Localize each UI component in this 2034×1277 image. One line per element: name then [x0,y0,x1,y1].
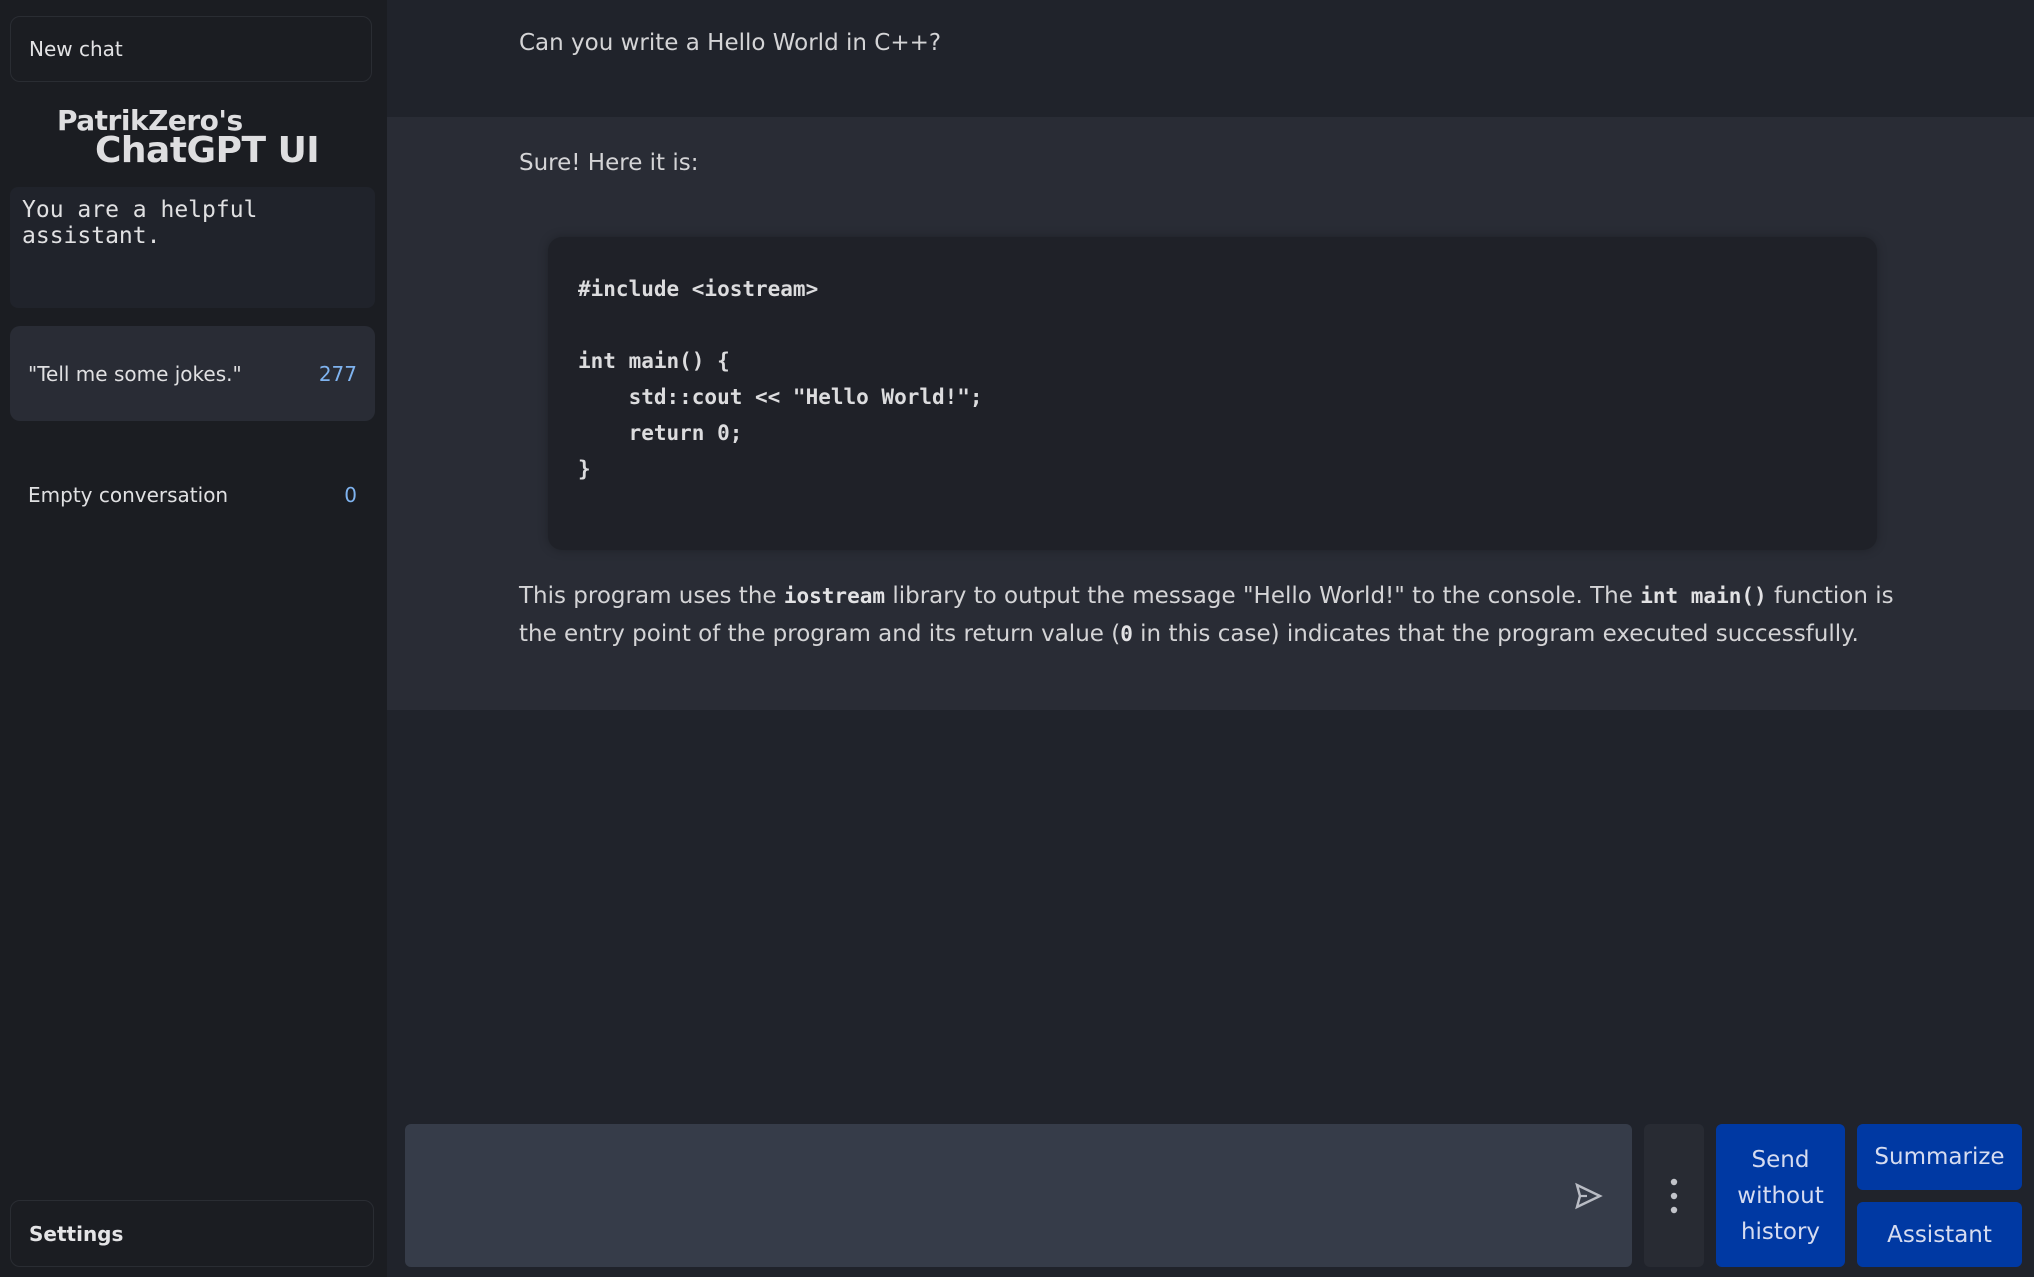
new-chat-button[interactable]: New chat [10,16,372,82]
conversation-item[interactable]: Empty conversation 0 [10,447,375,542]
settings-button[interactable]: Settings [10,1200,374,1267]
message-input[interactable] [405,1124,1632,1267]
app-logo: PatrikZero's ChatGPT UI [0,100,387,180]
conversation-token-count: 277 [318,361,357,386]
summarize-label: Summarize [1874,1144,2005,1170]
inline-code: 0 [1120,622,1133,646]
logo-line-2: ChatGPT UI [95,130,320,171]
user-message-text: Can you write a Hello World in C++? [519,30,942,56]
new-chat-label: New chat [29,37,123,61]
settings-label: Settings [29,1221,124,1246]
inline-code: iostream [783,584,886,608]
text-segment: in this case) indicates that the program… [1132,621,1859,647]
more-options-button[interactable] [1644,1124,1704,1267]
conversation-title: Empty conversation [28,482,229,507]
sidebar: New chat PatrikZero's ChatGPT UI You are… [0,0,387,1277]
assistant-explanation: This program uses the iostream library t… [519,577,1919,653]
conversation-title: "Tell me some jokes." [28,361,242,386]
conversation-token-count: 0 [344,482,357,507]
send-icon[interactable] [1573,1181,1603,1211]
text-segment: library to output the message "Hello Wor… [885,583,1641,609]
summarize-button[interactable]: Summarize [1857,1124,2022,1190]
conversation-item[interactable]: "Tell me some jokes." 277 [10,326,375,421]
assistant-label: Assistant [1887,1221,1992,1248]
user-message: Can you write a Hello World in C++? [387,0,2034,117]
assistant-message: Sure! Here it is: #include <iostream> in… [387,117,2034,710]
assistant-role-button[interactable]: Assistant [1857,1202,2022,1267]
inline-code: int main() [1640,584,1767,608]
code-content: #include <iostream> int main() { std::co… [578,277,983,481]
text-segment: This program uses the [519,583,784,609]
code-block: #include <iostream> int main() { std::co… [548,237,1877,550]
vertical-dots-icon [1670,1178,1678,1213]
system-prompt-input[interactable]: You are a helpful assistant. [10,187,375,308]
chat-area: Can you write a Hello World in C++? Sure… [387,0,2034,1277]
send-without-history-label: Send without history [1737,1146,1824,1245]
send-without-history-button[interactable]: Send without history [1716,1124,1845,1267]
assistant-intro-text: Sure! Here it is: [519,150,699,176]
